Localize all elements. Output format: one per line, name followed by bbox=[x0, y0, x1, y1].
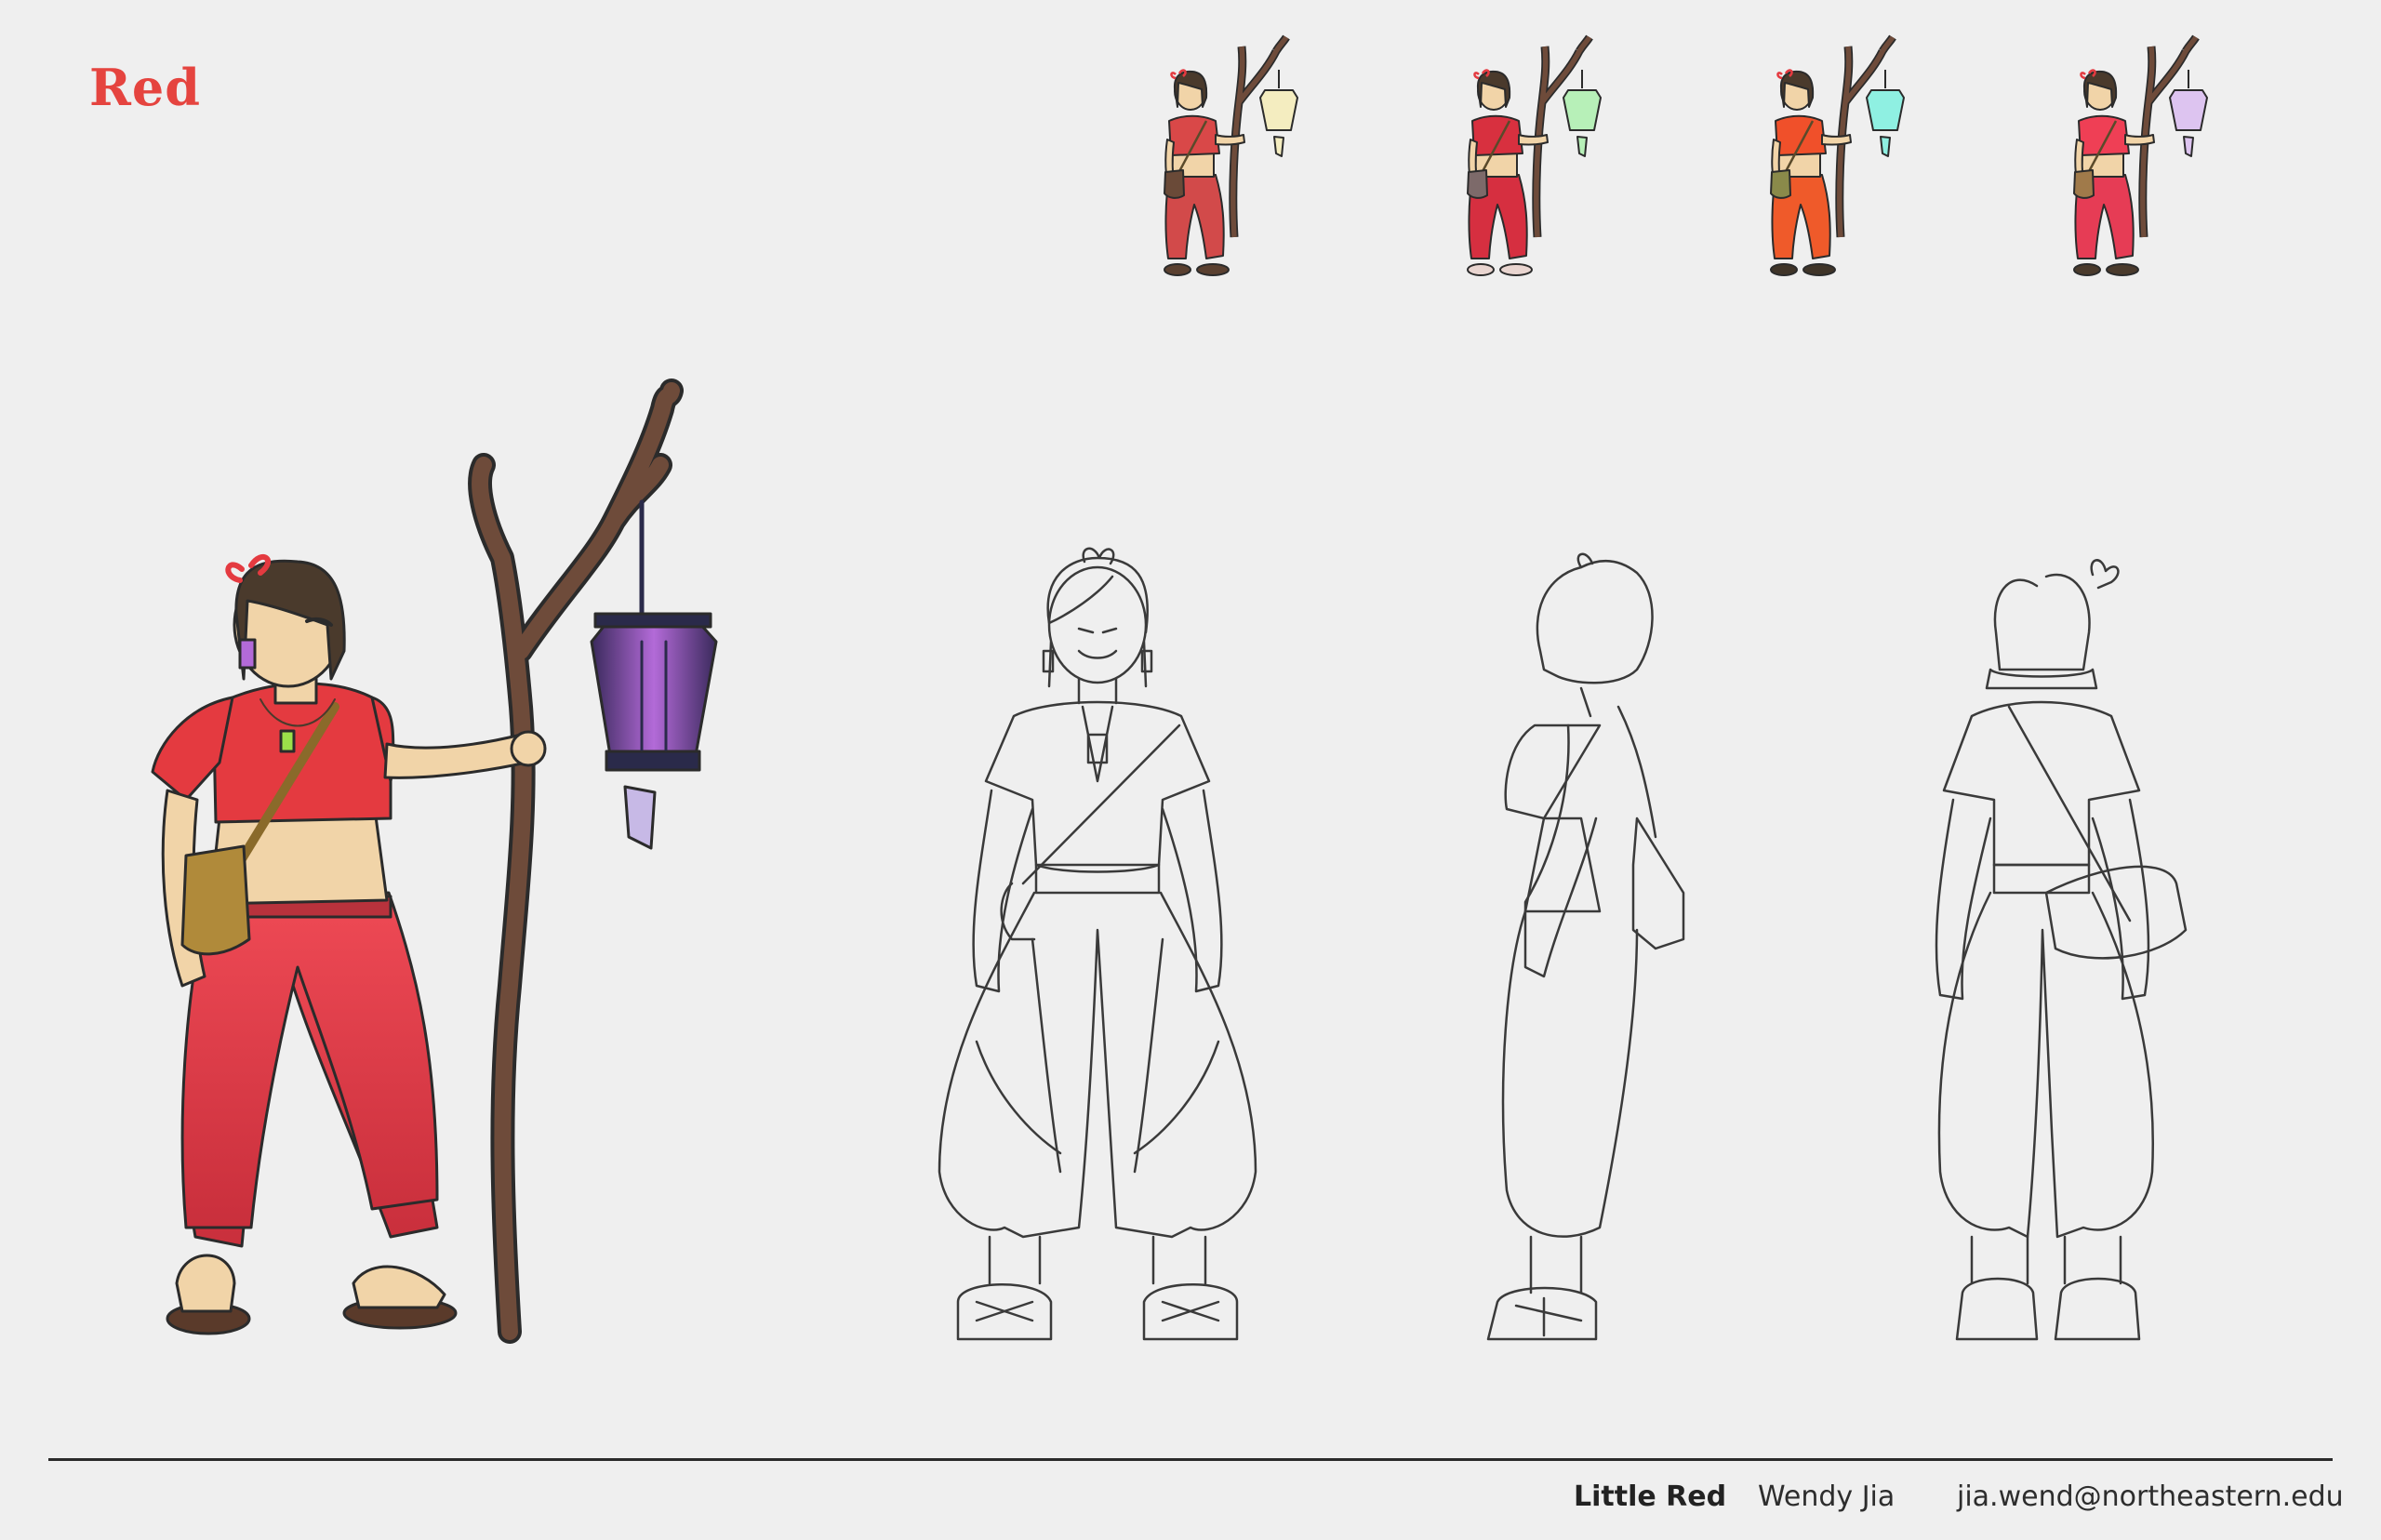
lantern bbox=[590, 612, 718, 850]
turnaround-back-view bbox=[1935, 559, 2188, 1341]
turnaround-side-view bbox=[1486, 552, 1685, 1341]
footer-project-title: Little Red bbox=[1574, 1480, 1727, 1513]
bag bbox=[180, 844, 251, 956]
footer-email: jia.wend@northeastern.edu bbox=[1957, 1480, 2344, 1513]
color-variant-v2 bbox=[1467, 34, 1602, 276]
main-colored-character bbox=[151, 378, 718, 1344]
footer-author: Wendy Jia bbox=[1758, 1480, 1895, 1513]
color-variant-v3 bbox=[1770, 34, 1905, 276]
footer-divider bbox=[48, 1458, 2333, 1461]
character-sheet-artwork bbox=[151, 34, 2208, 1344]
color-variant-v4 bbox=[2073, 34, 2208, 276]
color-variant-thumbnails bbox=[1164, 34, 2208, 276]
turnaround-front-view bbox=[938, 547, 1257, 1341]
line-art-turnaround bbox=[938, 547, 2188, 1341]
color-variant-v1 bbox=[1164, 34, 1298, 276]
